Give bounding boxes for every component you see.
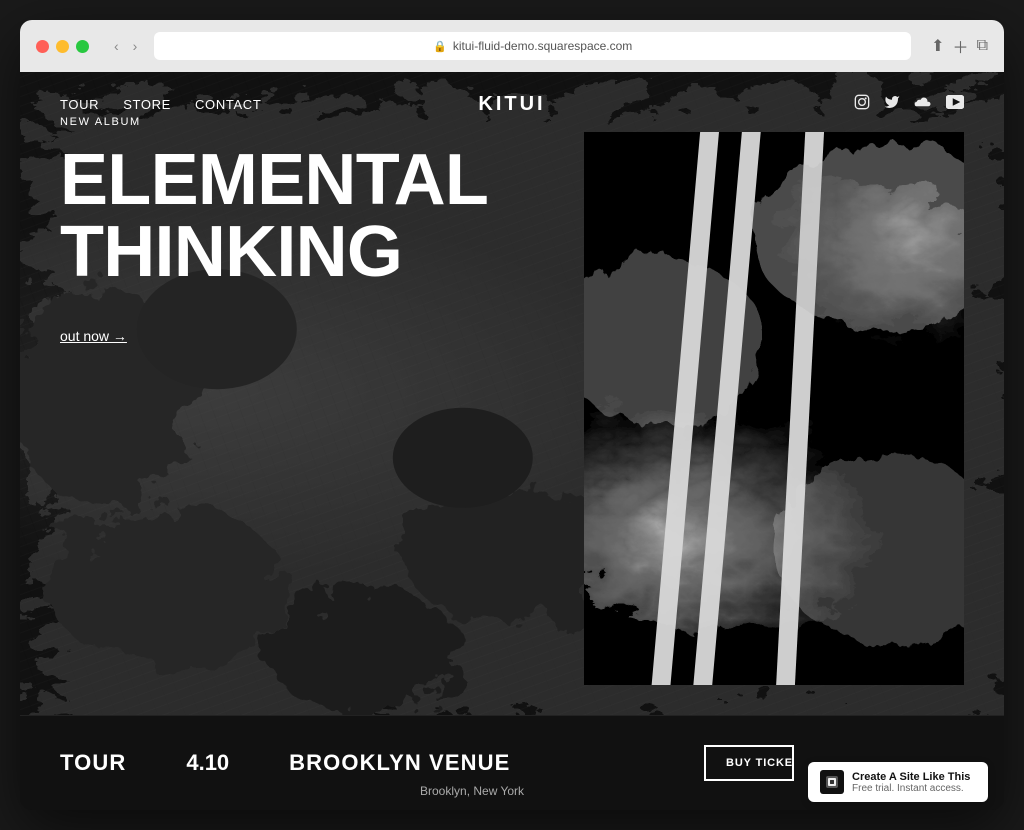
hero-section: TOUR STORE CONTACT KITUI	[20, 72, 1004, 715]
site-content: TOUR STORE CONTACT KITUI	[20, 72, 1004, 810]
url-text: kitui-fluid-demo.squarespace.com	[453, 39, 632, 53]
squarespace-subtitle: Free trial. Instant access.	[852, 783, 970, 794]
share-button[interactable]: ⬆	[931, 34, 944, 58]
close-button[interactable]	[36, 40, 49, 53]
album-art	[584, 132, 964, 685]
tour-venue: BROOKLYN VENUE	[289, 750, 510, 776]
lock-icon: 🔒	[433, 40, 447, 53]
nav-store[interactable]: STORE	[123, 97, 171, 112]
album-title-line2: THINKING	[60, 212, 402, 292]
browser-controls: ‹ ›	[109, 36, 142, 56]
squarespace-badge[interactable]: Create A Site Like This Free trial. Inst…	[808, 762, 988, 802]
nav-social-icons	[854, 94, 964, 114]
album-title-line1: ELEMENTAL	[60, 140, 488, 220]
browser-chrome: ‹ › 🔒 kitui-fluid-demo.squarespace.com ⬆…	[20, 20, 1004, 72]
back-button[interactable]: ‹	[109, 36, 124, 56]
squarespace-logo	[820, 770, 844, 794]
album-title: ELEMENTAL THINKING	[60, 144, 460, 288]
site-logo[interactable]: KITUI	[478, 93, 545, 115]
new-tab-button[interactable]: ＋	[953, 34, 969, 58]
minimize-button[interactable]	[56, 40, 69, 53]
forward-button[interactable]: ›	[128, 36, 143, 56]
soundcloud-icon[interactable]	[914, 95, 932, 113]
nav-contact[interactable]: CONTACT	[195, 97, 261, 112]
youtube-icon[interactable]	[946, 95, 964, 113]
browser-window: ‹ › 🔒 kitui-fluid-demo.squarespace.com ⬆…	[20, 20, 1004, 810]
maximize-button[interactable]	[76, 40, 89, 53]
buy-tickets-button[interactable]: BUY TICKETS	[704, 745, 794, 781]
tour-section: TOUR 4.10 BROOKLYN VENUE Brooklyn, New Y…	[20, 715, 1004, 810]
tour-location: Brooklyn, New York	[420, 784, 524, 798]
nav-links-left: TOUR STORE CONTACT	[60, 97, 261, 112]
traffic-lights	[36, 40, 89, 53]
album-art-svg	[584, 132, 964, 685]
address-bar[interactable]: 🔒 kitui-fluid-demo.squarespace.com	[154, 32, 911, 60]
instagram-icon[interactable]	[854, 94, 870, 114]
windows-button[interactable]: ⧉	[977, 34, 988, 58]
album-art-container	[584, 132, 964, 685]
browser-actions: ⬆ ＋ ⧉	[931, 34, 988, 58]
twitter-icon[interactable]	[884, 94, 900, 114]
nav-tour[interactable]: TOUR	[60, 97, 99, 112]
squarespace-title: Create A Site Like This	[852, 771, 970, 783]
nav-logo-container: KITUI	[478, 93, 545, 116]
site-nav: TOUR STORE CONTACT KITUI	[20, 72, 1004, 136]
tour-label: TOUR	[60, 750, 126, 776]
tour-date: 4.10	[186, 750, 229, 776]
squarespace-text: Create A Site Like This Free trial. Inst…	[852, 771, 970, 794]
